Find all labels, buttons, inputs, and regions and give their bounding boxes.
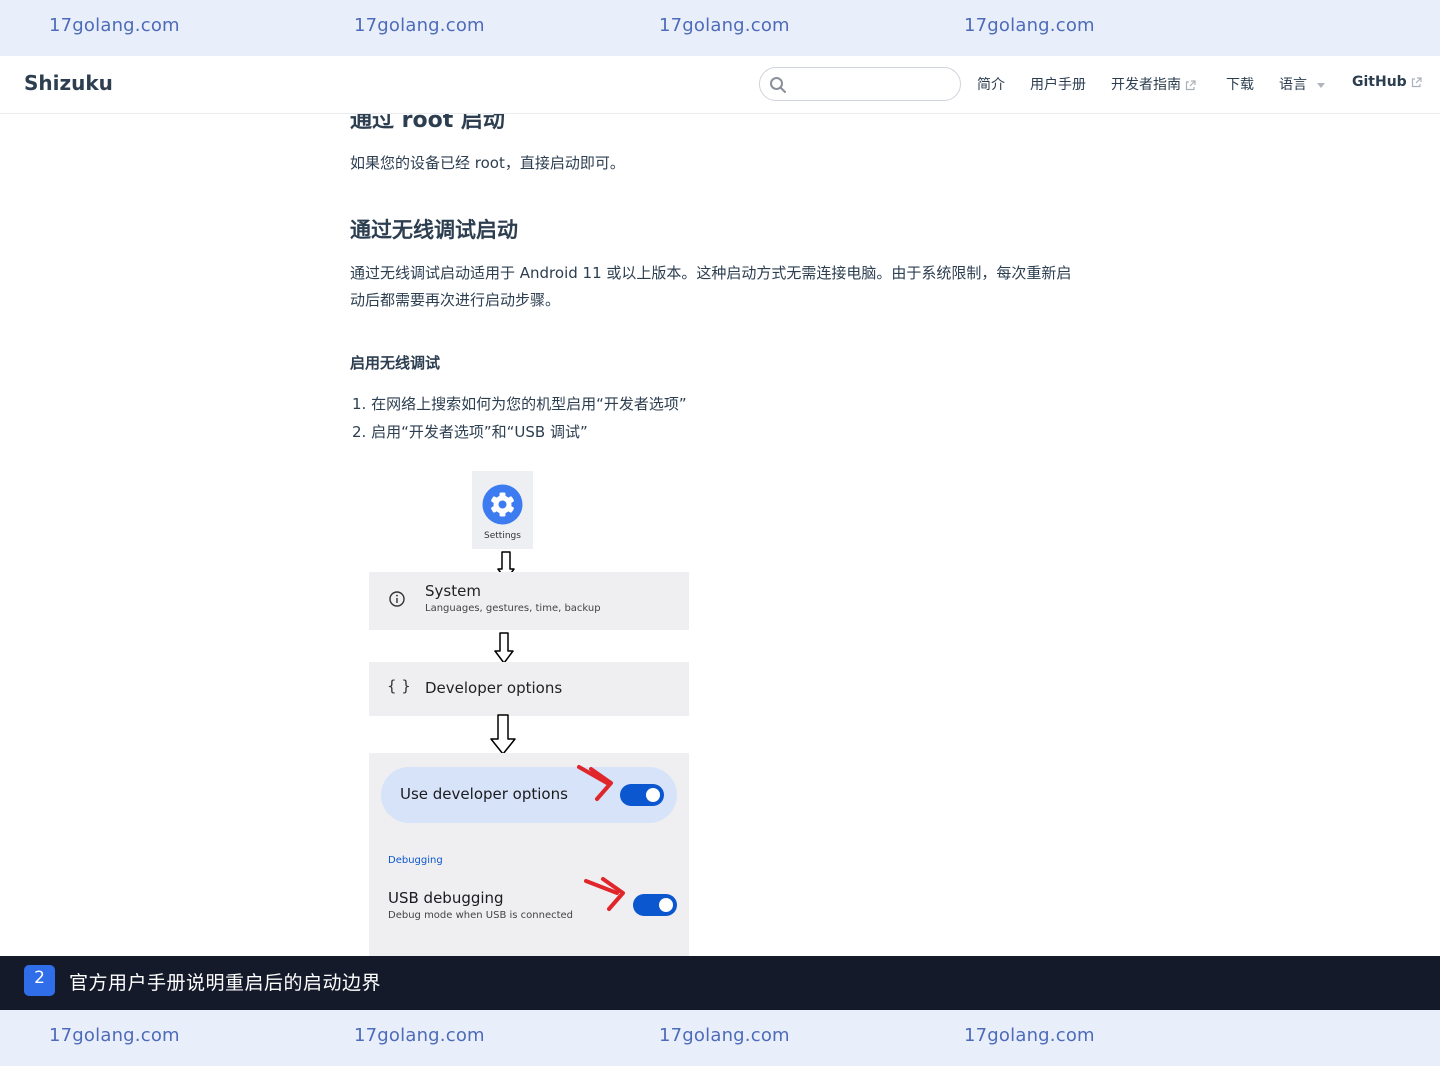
system-menu-item: System Languages, gestures, time, backup xyxy=(369,572,689,630)
usb-debugging-title: USB debugging xyxy=(388,889,504,907)
section-heading-wireless: 通过无线调试启动 xyxy=(350,218,518,242)
watermark-text: 17golang.com xyxy=(354,1025,485,1046)
watermark-text: 17golang.com xyxy=(964,1025,1095,1046)
braces-icon: { } xyxy=(387,677,411,695)
usb-debugging-subtitle: Debug mode when USB is connected xyxy=(388,910,574,921)
gear-icon xyxy=(482,484,523,525)
list-item: 1. 在网络上搜索如何为您的机型启用“开发者选项” xyxy=(352,395,687,413)
system-title: System xyxy=(425,582,481,600)
wireless-paragraph: 通过无线调试启动适用于 Android 11 或以上版本。这种启动方式无需连接电… xyxy=(350,264,1072,309)
caption-text: 官方用户手册说明重启后的启动边界 xyxy=(69,972,382,994)
nav-link-dev-guide[interactable]: 开发者指南 xyxy=(1111,74,1196,94)
developer-options-menu-item: { } Developer options xyxy=(369,662,689,716)
nav-link-github[interactable]: GitHub xyxy=(1352,74,1422,90)
list-item: 2. 启用“开发者选项”和“USB 调试” xyxy=(352,423,588,441)
usb-debugging-toggle xyxy=(633,894,677,916)
watermark-text: 17golang.com xyxy=(49,15,180,36)
settings-label: Settings xyxy=(484,531,521,541)
use-developer-options-label: Use developer options xyxy=(400,785,568,803)
search-icon xyxy=(770,77,786,93)
nav-link-user-manual[interactable]: 用户手册 xyxy=(1030,74,1086,94)
settings-app-tile: Settings xyxy=(472,471,533,549)
navbar: Shizuku 简介 用户手册 开发者指南 下载 语言 GitHub xyxy=(0,56,1440,114)
subheading-enable-wireless: 启用无线调试 xyxy=(350,354,441,372)
debugging-section-label: Debugging xyxy=(388,855,443,866)
caption-bar: 2 官方用户手册说明重启后的启动边界 xyxy=(0,956,1440,1010)
use-developer-options-toggle xyxy=(620,784,664,806)
arrow-down-icon xyxy=(490,714,516,755)
site-name-link[interactable]: Shizuku xyxy=(24,71,113,95)
developer-options-panel: Use developer options Debugging USB debu… xyxy=(369,753,689,956)
watermark-text: 17golang.com xyxy=(49,1025,180,1046)
watermark-bar-bottom: 17golang.com 17golang.com 17golang.com 1… xyxy=(0,1010,1440,1066)
watermark-text: 17golang.com xyxy=(964,15,1095,36)
language-dropdown-label: 语言 xyxy=(1279,77,1307,93)
chevron-down-icon xyxy=(1317,82,1325,88)
red-annotation-arrow-icon xyxy=(577,765,613,801)
watermark-bar-top: 17golang.com 17golang.com 17golang.com 1… xyxy=(0,0,1440,56)
system-subtitle: Languages, gestures, time, backup xyxy=(425,603,601,614)
developer-options-illustration: Settings System Languages, gestures, tim… xyxy=(369,471,689,956)
caption-number-badge: 2 xyxy=(24,965,55,996)
nav-link-download[interactable]: 下载 xyxy=(1226,74,1254,94)
section-heading-root: 通过 root 启动 xyxy=(350,114,505,133)
steps-list: 1. 在网络上搜索如何为您的机型启用“开发者选项” 2. 启用“开发者选项”和“… xyxy=(352,390,687,446)
external-link-icon xyxy=(1411,76,1422,87)
language-dropdown[interactable]: 语言 xyxy=(1279,74,1325,94)
red-annotation-arrow-icon xyxy=(584,877,625,911)
nav-link-dev-guide-label: 开发者指南 xyxy=(1111,77,1181,93)
search-box[interactable] xyxy=(759,67,961,101)
use-developer-options-row: Use developer options xyxy=(381,767,677,823)
developer-options-title: Developer options xyxy=(425,679,563,697)
watermark-text: 17golang.com xyxy=(659,1025,790,1046)
arrow-down-icon xyxy=(494,632,514,664)
root-paragraph: 如果您的设备已经 root，直接启动即可。 xyxy=(350,154,625,172)
info-icon xyxy=(389,591,405,607)
external-link-icon xyxy=(1185,79,1196,90)
nav-link-intro[interactable]: 简介 xyxy=(977,74,1005,94)
main-content: 通过 root 启动 如果您的设备已经 root，直接启动即可。 通过无线调试启… xyxy=(350,114,1090,956)
search-input[interactable] xyxy=(792,74,952,94)
watermark-text: 17golang.com xyxy=(354,15,485,36)
watermark-text: 17golang.com xyxy=(659,15,790,36)
nav-link-github-label: GitHub xyxy=(1352,74,1407,90)
